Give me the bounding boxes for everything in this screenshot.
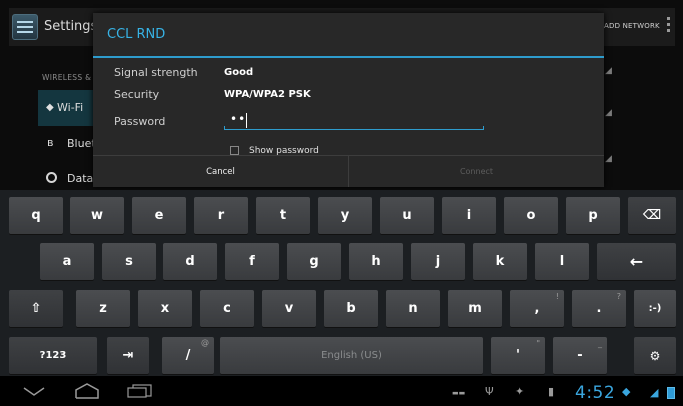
key-label: , xyxy=(534,301,540,316)
key-b[interactable]: b xyxy=(324,290,378,327)
sd-card-icon: ▮ xyxy=(548,385,555,398)
clock: 4:52 xyxy=(575,383,616,403)
password-underline xyxy=(224,126,484,130)
android-debug-icon: ✦ xyxy=(515,385,525,398)
enter-icon: ← xyxy=(629,252,644,271)
symbols-key[interactable]: ?123 xyxy=(9,337,97,374)
keyboard-indicator-icon: ▬▬ xyxy=(452,389,466,397)
key-g[interactable]: g xyxy=(287,243,341,280)
settings-sliders-icon: ⚙ xyxy=(649,348,661,363)
wifi-signal-icon: ◢ xyxy=(605,66,612,76)
battery-icon xyxy=(667,387,675,399)
key-x[interactable]: x xyxy=(138,290,192,327)
wifi-signal-icon: ◢ xyxy=(605,154,612,164)
password-value: •• xyxy=(230,112,247,126)
key-z[interactable]: z xyxy=(76,290,130,327)
spacebar[interactable]: English (US) xyxy=(220,337,483,374)
smiley-key[interactable]: :-) xyxy=(634,290,676,327)
key-label: ' xyxy=(516,348,520,363)
key-o[interactable]: o xyxy=(504,197,558,234)
key-e[interactable]: e xyxy=(132,197,186,234)
signal-strength-value: Good xyxy=(224,67,254,78)
enter-key[interactable]: ← xyxy=(597,243,676,280)
key-hint: ! xyxy=(555,292,559,301)
recent-apps-icon[interactable] xyxy=(127,384,153,398)
key-p[interactable]: p xyxy=(566,197,620,234)
key-c[interactable]: c xyxy=(200,290,254,327)
dialog-title: CCL RND xyxy=(107,27,166,42)
usb-icon: Ψ xyxy=(485,385,494,398)
key-d[interactable]: d xyxy=(163,243,217,280)
connect-button[interactable]: Connect xyxy=(349,156,604,187)
key-n[interactable]: n xyxy=(386,290,440,327)
key-hint: _ xyxy=(598,339,602,348)
signal-icon: ◢ xyxy=(650,386,659,399)
shift-icon: ⇧ xyxy=(30,301,42,316)
keyboard-settings-key[interactable]: ⚙ xyxy=(634,337,676,374)
key-w[interactable]: w xyxy=(70,197,124,234)
key-s[interactable]: s xyxy=(102,243,156,280)
text-cursor xyxy=(246,113,247,128)
wifi-status-icon: ◆ xyxy=(622,385,631,398)
key-i[interactable]: i xyxy=(442,197,496,234)
key-label: / xyxy=(185,348,191,363)
key-r[interactable]: r xyxy=(194,197,248,234)
language-label: English (US) xyxy=(321,350,382,361)
key-t[interactable]: t xyxy=(256,197,310,234)
key-m[interactable]: m xyxy=(448,290,502,327)
app-title: Settings xyxy=(44,19,98,34)
key-period[interactable]: .? xyxy=(572,290,626,327)
security-value: WPA/WPA2 PSK xyxy=(224,89,311,100)
tab-icon: ⇥ xyxy=(122,348,134,363)
cancel-button[interactable]: Cancel xyxy=(93,156,348,187)
key-h[interactable]: h xyxy=(349,243,403,280)
key-hint: ? xyxy=(616,292,621,301)
slash-key[interactable]: / @ xyxy=(162,337,214,374)
tab-key[interactable]: ⇥ xyxy=(107,337,149,374)
key-y[interactable]: y xyxy=(318,197,372,234)
data-usage-icon xyxy=(46,172,57,183)
overflow-menu-icon[interactable] xyxy=(667,17,671,35)
shift-key[interactable]: ⇧ xyxy=(9,290,63,327)
key-f[interactable]: f xyxy=(225,243,279,280)
backspace-key[interactable]: ⌫ xyxy=(628,197,676,234)
wifi-icon: ◆ xyxy=(46,102,54,113)
apostrophe-key[interactable]: ' " xyxy=(491,337,545,374)
password-label: Password xyxy=(114,115,166,128)
key-k[interactable]: k xyxy=(473,243,527,280)
key-q[interactable]: q xyxy=(9,197,63,234)
key-hint: @ xyxy=(201,338,209,347)
key-comma[interactable]: ,! xyxy=(510,290,564,327)
key-a[interactable]: a xyxy=(40,243,94,280)
key-hint: " xyxy=(536,339,540,348)
home-icon[interactable] xyxy=(74,383,100,399)
key-l[interactable]: l xyxy=(535,243,589,280)
key-label: - xyxy=(577,348,583,363)
show-password-checkbox[interactable] xyxy=(230,146,239,155)
bluetooth-icon: ʙ xyxy=(47,136,54,149)
signal-strength-label: Signal strength xyxy=(114,66,198,79)
key-u[interactable]: u xyxy=(380,197,434,234)
sidebar-item-label: Wi-Fi xyxy=(57,101,84,114)
key-j[interactable]: j xyxy=(411,243,465,280)
dash-key[interactable]: - _ xyxy=(553,337,607,374)
wifi-signal-icon: ◢ xyxy=(605,108,612,118)
back-icon[interactable] xyxy=(22,384,46,398)
settings-app-icon[interactable] xyxy=(12,14,38,40)
title-divider xyxy=(93,56,604,58)
add-network-button[interactable]: ADD NETWORK xyxy=(604,22,660,30)
backspace-icon: ⌫ xyxy=(642,208,662,223)
key-label: . xyxy=(596,301,602,316)
key-v[interactable]: v xyxy=(262,290,316,327)
security-label: Security xyxy=(114,88,160,101)
